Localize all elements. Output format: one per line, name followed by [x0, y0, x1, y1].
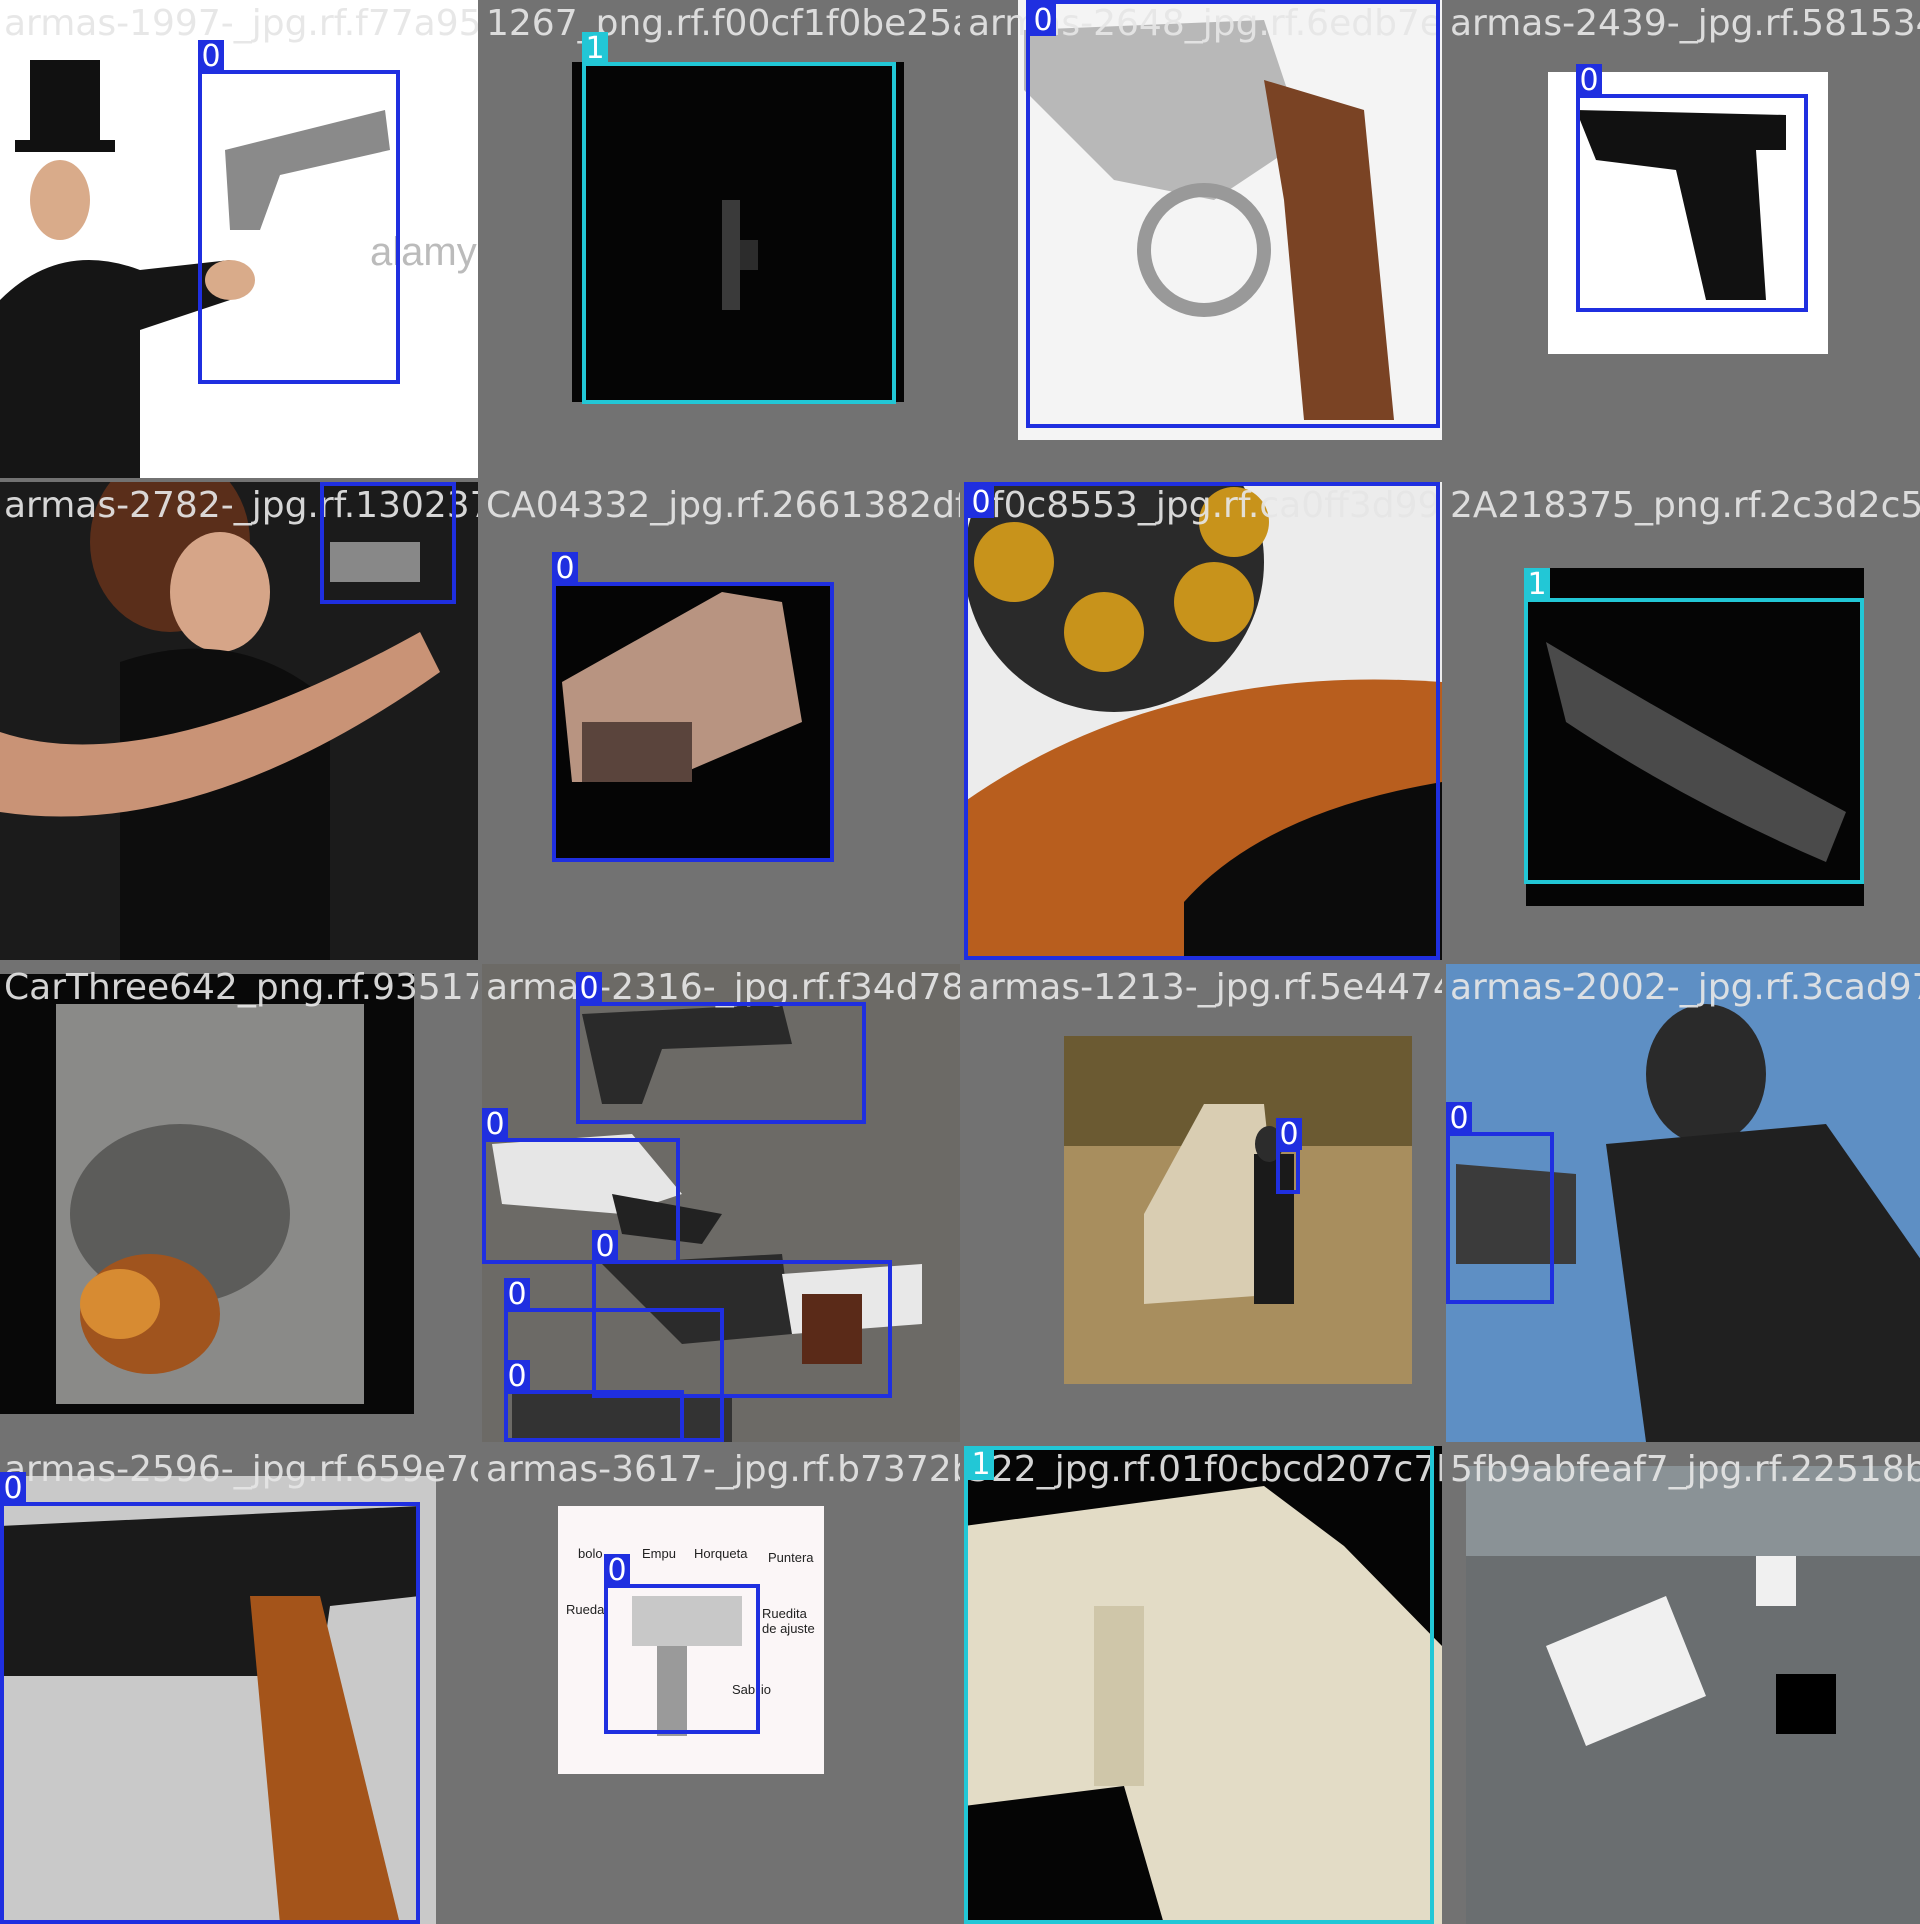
tile-11: armas-1213-_jpg.rf.5e44740 0 — [964, 964, 1442, 1442]
bbox-class1: 1 — [1524, 568, 1864, 884]
bbox-label: 1 — [968, 1448, 994, 1482]
tile-12: armas-2002-_jpg.rf.3cad971 0 — [1446, 964, 1920, 1442]
bbox-label: 0 — [1446, 1102, 1472, 1136]
bbox-label: 0 — [320, 482, 346, 486]
bbox-label: 0 — [968, 486, 994, 520]
bbox-class0: 0 — [1026, 0, 1440, 428]
bbox-label: 1 — [1524, 568, 1550, 602]
tile-3: armas-2648_jpg.rf.6edb7ea 0 — [964, 0, 1442, 478]
tile-2-filename: 1267_png.rf.f00cf1f0be25a4b7d4 — [486, 3, 960, 44]
diagram-label: Rueda — [566, 1602, 605, 1617]
tile-1: alamy stock photo armas-1997-_jpg.rf.f77… — [0, 0, 478, 478]
mosaic-grid: alamy stock photo armas-1997-_jpg.rf.f77… — [0, 0, 1920, 1924]
bbox-class0: 0 — [552, 552, 834, 862]
diagram-label: Horqueta — [694, 1546, 748, 1561]
tile-12-filename: armas-2002-_jpg.rf.3cad971 — [1450, 967, 1920, 1008]
tile-16: 5fb9abfeaf7_jpg.rf.22518b — [1446, 1446, 1920, 1924]
bbox-label: 0 — [504, 1278, 530, 1312]
tile-14: bolo Empu Horqueta Puntera Rueda Ruedita… — [482, 1446, 960, 1924]
tile-1-filename: armas-1997-_jpg.rf.f77a9590 — [4, 3, 478, 44]
tile-11-scene — [1064, 1036, 1412, 1384]
bbox-class0: 0 — [576, 972, 866, 1124]
tile-8: 2A218375_png.rf.2c3d2c5bf2 1 — [1446, 482, 1920, 960]
diagram-label: Empu — [642, 1546, 676, 1561]
tile-9-filename: CarThree642_png.rf.935177a — [4, 967, 478, 1008]
bbox-class0: 0 — [1576, 64, 1808, 312]
tile-4: armas-2439-_jpg.rf.5815346 0 — [1446, 0, 1920, 478]
bbox-label: 1 — [582, 32, 608, 66]
bbox-class0: 0 — [0, 1472, 420, 1924]
tile-9: CarThree642_png.rf.935177a — [0, 964, 478, 1442]
bbox-class0: 0 — [504, 1360, 684, 1442]
bbox-class0: 0 — [1446, 1102, 1554, 1304]
tile-8-filename: 2A218375_png.rf.2c3d2c5bf2 — [1450, 485, 1920, 526]
tile-9-scene — [0, 974, 414, 1414]
bbox-class0: 0 — [1276, 1118, 1302, 1194]
tile-13: armas-2596-_jpg.rf.659e7df8 0 — [0, 1446, 478, 1924]
tile-16-filename: 5fb9abfeaf7_jpg.rf.22518b — [1450, 1449, 1920, 1490]
bbox-class1: 1 — [964, 1446, 1434, 1924]
diagram-label: Puntera — [768, 1550, 814, 1565]
bbox-label: 0 — [0, 1472, 26, 1506]
bbox-class1: 1 — [582, 32, 896, 404]
bbox-class0: 0 — [964, 482, 1440, 960]
bbox-label: 0 — [504, 1360, 530, 1394]
bbox-label: 0 — [552, 552, 578, 586]
tile-7: 4f0c8553_jpg.rf.ca0ff3d99 0 — [964, 482, 1442, 960]
bbox-class0: 0 — [604, 1554, 760, 1734]
diagram-label: Ruedita de ajuste — [762, 1606, 815, 1636]
bbox-label: 0 — [1576, 64, 1602, 98]
bbox-label: 0 — [482, 1108, 508, 1142]
bbox-class0: 0 — [482, 1108, 680, 1264]
tile-5: armas-2782-_jpg.rf.1302377 0 — [0, 482, 478, 960]
tile-11-filename: armas-1213-_jpg.rf.5e44740 — [968, 967, 1442, 1008]
tile-13-filename: armas-2596-_jpg.rf.659e7df8 — [4, 1449, 478, 1490]
tile-6-filename: CA04332_jpg.rf.2661382df5c98d67 — [486, 485, 960, 526]
diagram-label: bolo — [578, 1546, 603, 1561]
bbox-label: 0 — [604, 1554, 630, 1588]
tile-4-filename: armas-2439-_jpg.rf.5815346 — [1450, 3, 1920, 44]
bbox-class0: 0 — [198, 40, 400, 384]
tile-15: 322_jpg.rf.01f0cbcd207c7b 1 — [964, 1446, 1442, 1924]
bbox-label: 0 — [576, 972, 602, 1006]
bbox-label: 0 — [592, 1230, 618, 1264]
tile-6: CA04332_jpg.rf.2661382df5c98d67 0 — [482, 482, 960, 960]
bbox-label: 0 — [1276, 1118, 1302, 1152]
bbox-class0: 0 — [320, 482, 456, 604]
tile-2: 1267_png.rf.f00cf1f0be25a4b7d4 1 — [482, 0, 960, 478]
bbox-label: 0 — [198, 40, 224, 74]
tile-10: armas-2316-_jpg.rf.f34d7856 0 0 0 0 0 — [482, 964, 960, 1442]
tile-16-scene — [1466, 1466, 1920, 1924]
tile-14-filename: armas-3617-_jpg.rf.b7372b1 — [486, 1449, 960, 1490]
bbox-label: 0 — [1030, 4, 1056, 38]
